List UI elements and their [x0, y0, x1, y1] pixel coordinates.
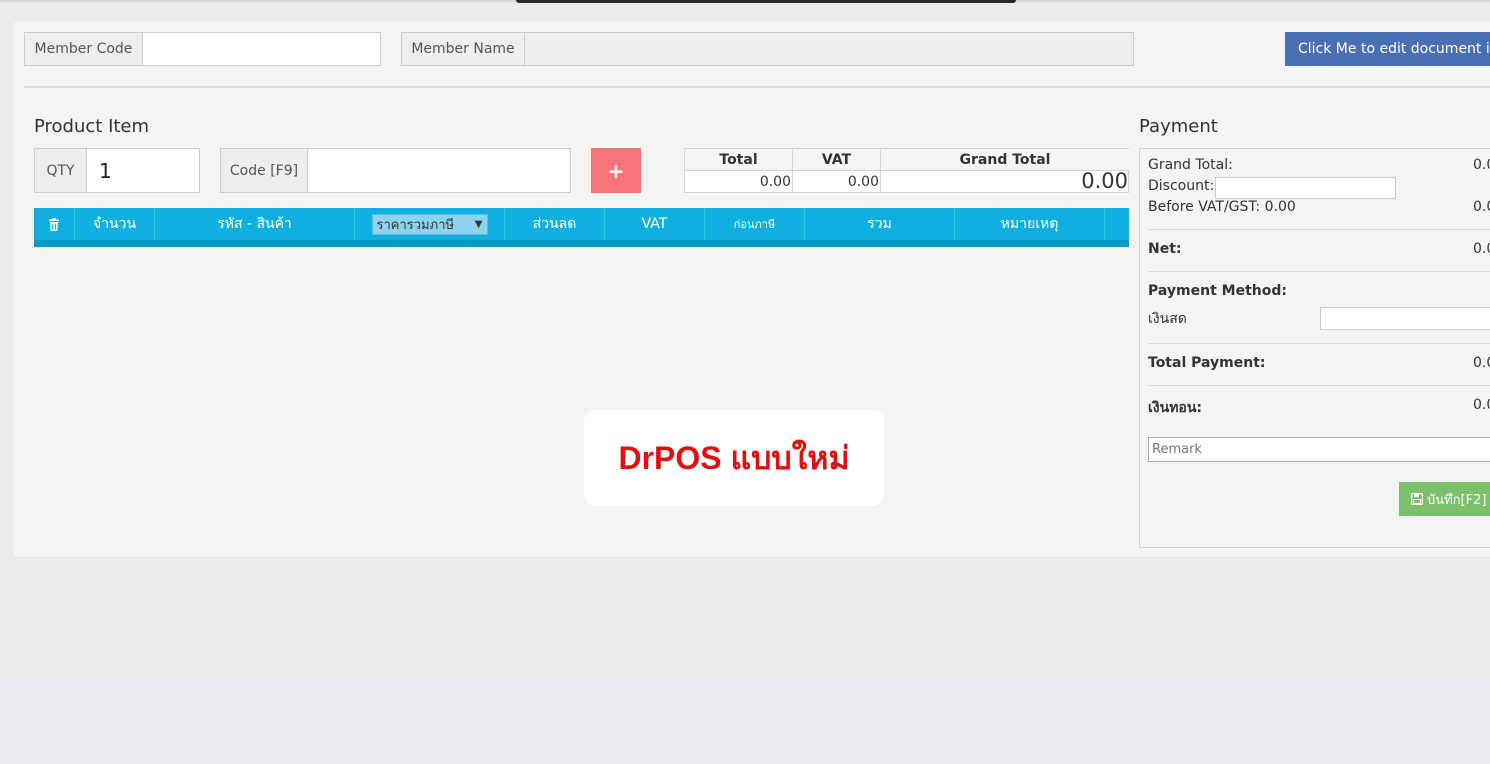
- before-vat-label: Before VAT/GST: 0.00: [1148, 199, 1296, 215]
- vat-value: 0.00: [793, 171, 881, 193]
- save-button[interactable]: บันทึก[F2]: [1399, 482, 1490, 516]
- col-quantity: จำนวน: [75, 208, 155, 240]
- qty-label: QTY: [34, 148, 87, 193]
- col-vat: VAT: [605, 208, 705, 240]
- chevron-down-icon: ▼: [474, 218, 483, 230]
- remark-input[interactable]: [1148, 437, 1490, 462]
- promo-banner: DrPOS แบบใหม่: [584, 410, 884, 506]
- items-grid-header: จำนวน รหัส - สินค้า ราคารวมภาษี ▼ ส่วนลด…: [34, 208, 1129, 240]
- section-divider: [24, 86, 1490, 88]
- trash-icon: [49, 217, 59, 231]
- member-name-input[interactable]: [524, 32, 1134, 66]
- member-name-label: Member Name: [401, 32, 525, 66]
- net-label: Net:: [1148, 241, 1182, 257]
- cash-input[interactable]: [1320, 307, 1490, 330]
- total-payment-value: 0.0: [1473, 355, 1490, 371]
- col-price-select: ราคารวมภาษี ▼: [355, 208, 505, 240]
- total-value: 0.00: [685, 171, 793, 193]
- delete-all-button[interactable]: [34, 208, 75, 240]
- totals-table: Total VAT Grand Total 0.00 0.00 0.00: [684, 148, 1129, 193]
- qty-input[interactable]: 1: [86, 148, 200, 193]
- col-discount: ส่วนลด: [505, 208, 605, 240]
- vat-header: VAT: [793, 149, 881, 171]
- payment-method-label: Payment Method:: [1148, 283, 1287, 299]
- save-button-label: บันทึก[F2]: [1427, 492, 1487, 508]
- footer-area: [0, 682, 1490, 764]
- floppy-icon: [1411, 493, 1423, 505]
- code-label: Code [F9]: [220, 148, 308, 193]
- grand-total-value: 0.00: [1081, 169, 1128, 193]
- top-handle-bar: [516, 0, 1016, 3]
- discount-input[interactable]: [1215, 177, 1396, 199]
- pay-grand-total-value: 0.0: [1473, 157, 1490, 173]
- edit-document-button[interactable]: Click Me to edit document info: [1285, 32, 1490, 66]
- pay-divider: [1148, 343, 1490, 344]
- col-total: รวม: [805, 208, 955, 240]
- net-value: 0.0: [1473, 241, 1490, 257]
- change-value: 0.0: [1473, 397, 1490, 413]
- change-label: เงินทอน:: [1148, 400, 1202, 416]
- product-item-title: Product Item: [34, 116, 150, 137]
- col-before-tax: ก่อนภาษี: [705, 208, 805, 240]
- grid-header-strip: [34, 240, 1129, 247]
- member-code-label: Member Code: [24, 32, 143, 66]
- col-code-product: รหัส - สินค้า: [155, 208, 355, 240]
- payment-title: Payment: [1139, 116, 1218, 137]
- add-item-button[interactable]: +: [591, 148, 641, 193]
- total-header: Total: [685, 149, 793, 171]
- col-remark: หมายเหตุ: [955, 208, 1105, 240]
- pay-divider: [1148, 229, 1490, 230]
- code-input[interactable]: [307, 148, 571, 193]
- pay-grand-total-label: Grand Total:: [1148, 157, 1233, 173]
- price-type-select[interactable]: ราคารวมภาษี ▼: [371, 213, 488, 235]
- grand-total-header: Grand Total: [881, 149, 1129, 171]
- total-payment-label: Total Payment:: [1148, 355, 1266, 371]
- price-type-value: ราคารวมภาษี: [376, 217, 455, 233]
- pay-divider: [1148, 271, 1490, 272]
- discount-label: Discount:: [1148, 178, 1215, 194]
- cash-label: เงินสด: [1148, 311, 1187, 327]
- pay-divider: [1148, 385, 1490, 386]
- before-vat-value: 0.0: [1473, 199, 1490, 215]
- member-code-input[interactable]: [142, 32, 381, 66]
